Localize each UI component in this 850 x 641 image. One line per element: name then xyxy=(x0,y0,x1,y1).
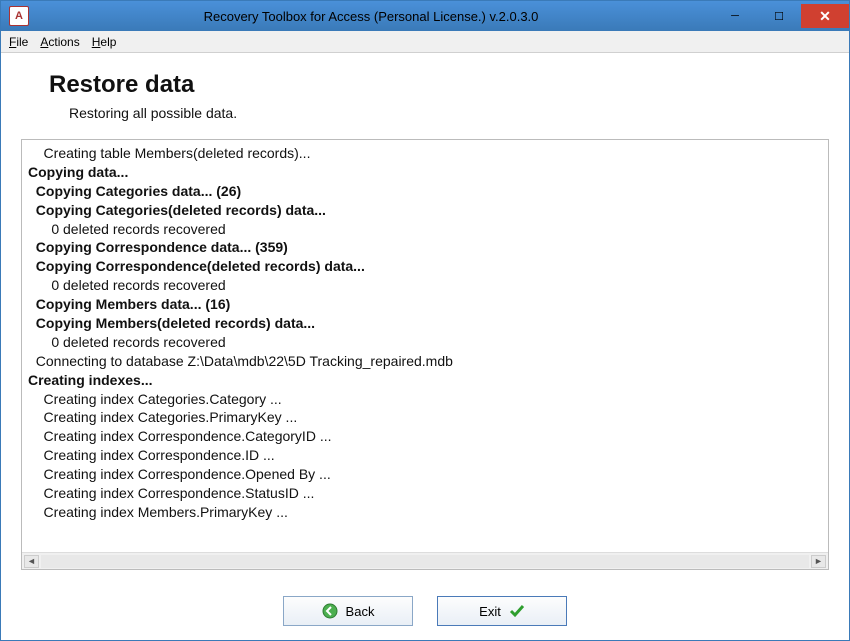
log-line: Connecting to database Z:\Data\mdb\22\5D… xyxy=(28,352,822,371)
log-line: Copying Members data... (16) xyxy=(28,295,822,314)
maximize-button[interactable]: ☐ xyxy=(757,4,801,28)
scroll-right-icon[interactable]: ► xyxy=(811,555,826,568)
maximize-icon: ☐ xyxy=(774,10,784,23)
log-line: Copying Categories(deleted records) data… xyxy=(28,201,822,220)
log-box: Creating table Members(deleted records).… xyxy=(21,139,829,570)
log-line: Copying Members(deleted records) data... xyxy=(28,314,822,333)
menu-help[interactable]: Help xyxy=(92,35,117,49)
log-line: Creating table Members(deleted records).… xyxy=(28,144,822,163)
log-line: 0 deleted records recovered xyxy=(28,220,822,239)
close-icon: ✕ xyxy=(819,8,831,25)
log-line: Creating index Correspondence.ID ... xyxy=(28,446,822,465)
log-line: Creating index Categories.PrimaryKey ... xyxy=(28,408,822,427)
log-line: Creating index Members.PrimaryKey ... xyxy=(28,503,822,522)
app-icon-text: A xyxy=(15,10,23,22)
close-button[interactable]: ✕ xyxy=(801,4,849,28)
log-line: Creating index Correspondence.StatusID .… xyxy=(28,484,822,503)
checkmark-icon xyxy=(509,603,525,619)
menu-actions-rest: ctions xyxy=(48,35,79,49)
page-subtitle: Restoring all possible data. xyxy=(69,105,829,121)
back-button-label: Back xyxy=(346,604,375,619)
log-line: Creating index Correspondence.Opened By … xyxy=(28,465,822,484)
button-bar: Back Exit xyxy=(1,582,849,640)
log-scroll[interactable]: Creating table Members(deleted records).… xyxy=(22,140,828,552)
exit-button-label: Exit xyxy=(479,604,501,619)
app-icon: A xyxy=(9,6,29,26)
log-line: Copying Correspondence(deleted records) … xyxy=(28,257,822,276)
window-controls: ─ ☐ ✕ xyxy=(713,4,849,28)
log-line: Creating index Correspondence.CategoryID… xyxy=(28,427,822,446)
menu-actions[interactable]: Actions xyxy=(40,35,79,49)
minimize-button[interactable]: ─ xyxy=(713,4,757,28)
log-line: 0 deleted records recovered xyxy=(28,333,822,352)
content-area: Restore data Restoring all possible data… xyxy=(1,53,849,582)
menu-file[interactable]: File xyxy=(9,35,28,49)
log-line: Creating index Categories.Category ... xyxy=(28,390,822,409)
minimize-icon: ─ xyxy=(731,10,739,22)
menu-help-rest: elp xyxy=(100,35,116,49)
horizontal-scrollbar[interactable]: ◄ ► xyxy=(22,552,828,569)
log-line: Copying Correspondence data... (359) xyxy=(28,238,822,257)
log-line: Copying data... xyxy=(28,163,822,182)
exit-button[interactable]: Exit xyxy=(437,596,567,626)
titlebar[interactable]: A Recovery Toolbox for Access (Personal … xyxy=(1,1,849,31)
menubar: File Actions Help xyxy=(1,31,849,53)
log-line: 0 deleted records recovered xyxy=(28,276,822,295)
scroll-left-icon[interactable]: ◄ xyxy=(24,555,39,568)
page-title: Restore data xyxy=(49,71,829,99)
log-line: Copying Categories data... (26) xyxy=(28,182,822,201)
menu-file-rest: ile xyxy=(16,35,28,49)
window-title: Recovery Toolbox for Access (Personal Li… xyxy=(29,9,713,24)
scroll-track[interactable] xyxy=(41,555,809,568)
back-button[interactable]: Back xyxy=(283,596,413,626)
main-window: A Recovery Toolbox for Access (Personal … xyxy=(0,0,850,641)
log-line: Creating indexes... xyxy=(28,371,822,390)
back-arrow-icon xyxy=(322,603,338,619)
